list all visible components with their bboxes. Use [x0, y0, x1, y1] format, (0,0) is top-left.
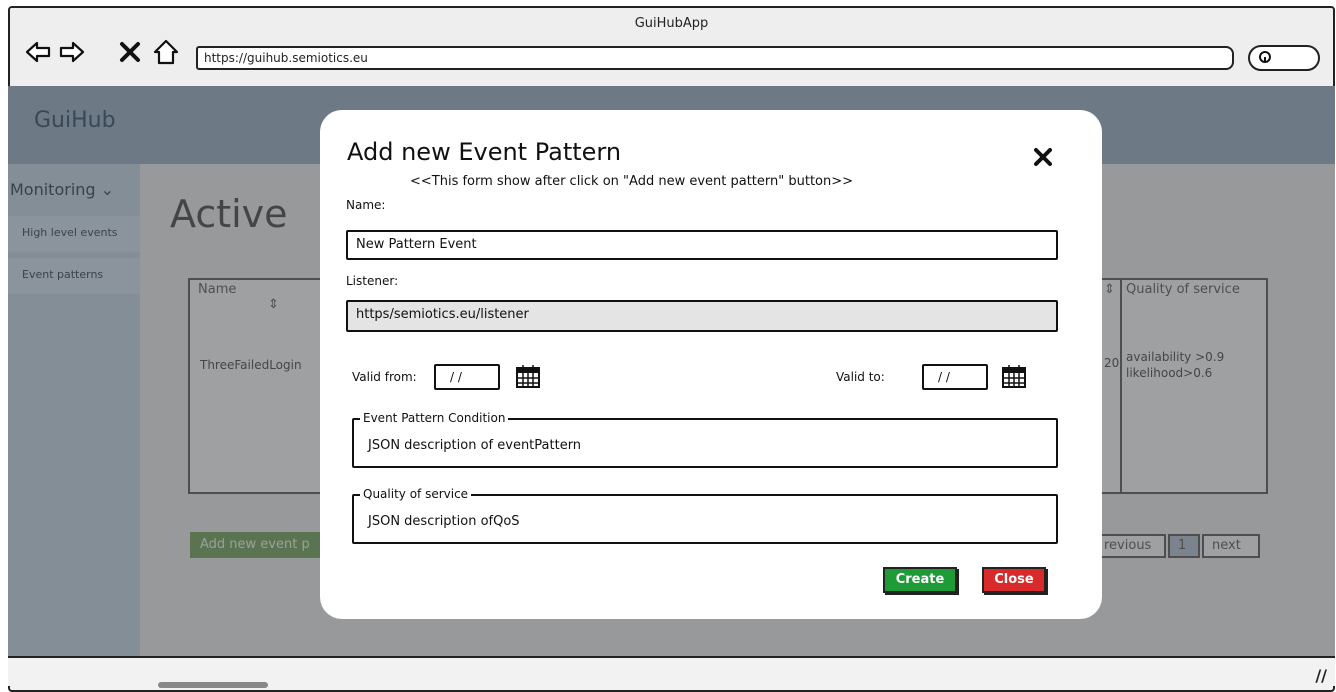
condition-textarea[interactable]: JSON description of eventPattern — [368, 438, 581, 453]
search-icon — [1259, 51, 1271, 63]
stop-x-icon[interactable] — [116, 38, 144, 66]
event-pattern-condition-group: Event Pattern Condition JSON description… — [352, 411, 1058, 468]
window-title: GuiHubApp — [634, 16, 709, 31]
resize-grip-icon[interactable]: // — [1315, 666, 1327, 685]
qos-textarea[interactable]: JSON description ofQoS — [368, 514, 520, 529]
calendar-icon[interactable] — [514, 362, 542, 390]
home-icon[interactable] — [152, 38, 180, 66]
quality-of-service-group: Quality of service JSON description ofQo… — [352, 487, 1058, 544]
browser-search-button[interactable] — [1248, 45, 1320, 71]
calendar-icon[interactable] — [1000, 362, 1028, 390]
add-event-pattern-dialog: Add new Event Pattern <<This form show a… — [320, 110, 1102, 619]
annotation-note: <<This form show after click on "Add new… — [410, 174, 854, 189]
url-input[interactable]: https://guihub.semiotics.eu — [196, 46, 1234, 70]
dialog-title: Add new Event Pattern — [347, 138, 622, 166]
horizontal-scrollbar[interactable] — [158, 682, 268, 688]
valid-from-input[interactable]: / / — [434, 364, 500, 390]
valid-to-input[interactable]: / / — [922, 364, 988, 390]
create-button[interactable]: Create — [883, 567, 957, 593]
close-icon[interactable] — [1032, 146, 1054, 168]
forward-arrow-icon[interactable] — [58, 38, 86, 66]
valid-to-label: Valid to: — [836, 370, 885, 384]
status-bar: // — [8, 656, 1335, 688]
condition-legend: Event Pattern Condition — [360, 411, 509, 425]
listener-field[interactable]: https/semiotics.eu/listener — [346, 300, 1058, 332]
valid-from-label: Valid from: — [352, 370, 417, 384]
browser-toolbar: GuiHubApp https://guihub.semiotics.eu — [10, 8, 1333, 94]
listener-label: Listener: — [346, 274, 399, 288]
qos-legend: Quality of service — [360, 487, 472, 501]
close-button[interactable]: Close — [982, 567, 1046, 593]
back-arrow-icon[interactable] — [24, 38, 52, 66]
name-field[interactable]: New Pattern Event — [346, 230, 1058, 260]
name-label: Name: — [346, 198, 386, 212]
